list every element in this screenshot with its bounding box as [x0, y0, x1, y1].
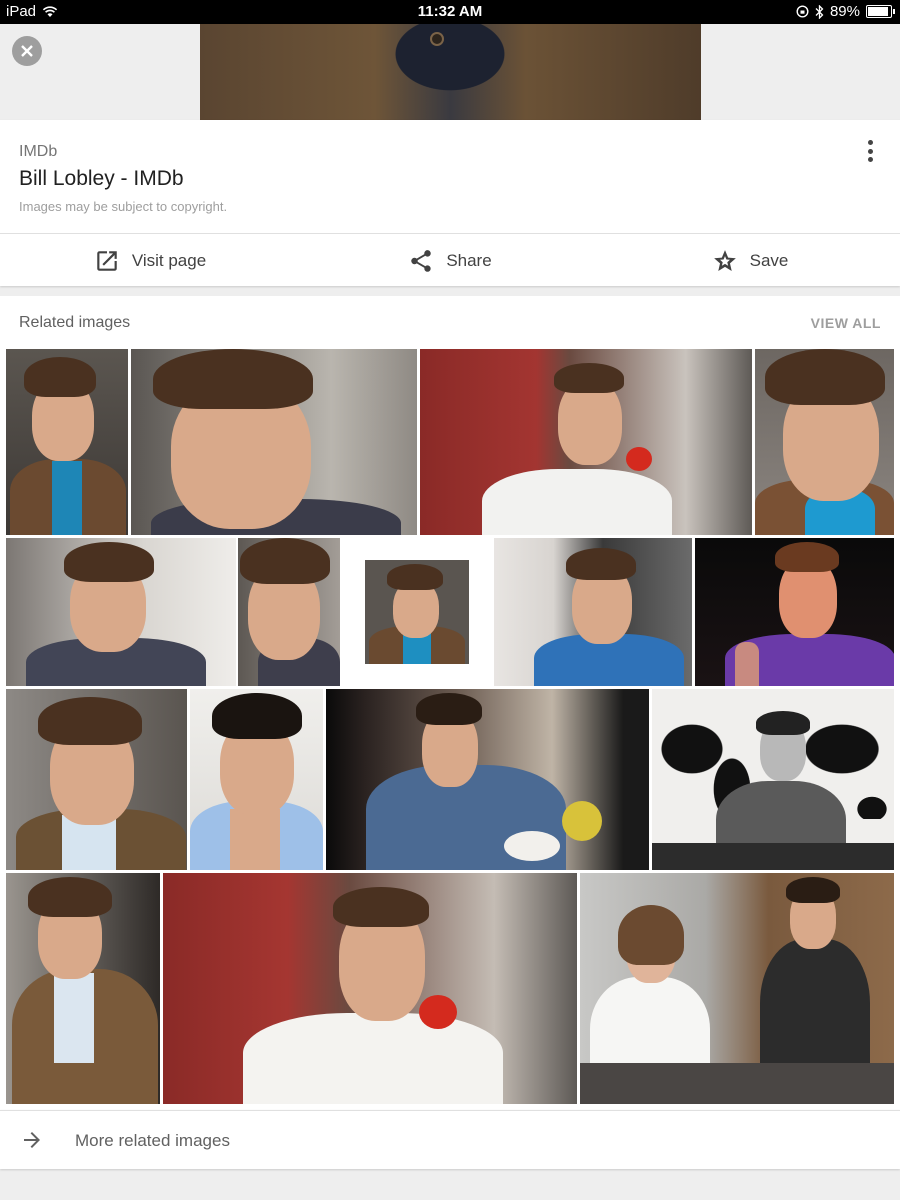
result-source: IMDb — [19, 143, 58, 160]
device-label: iPad — [6, 3, 37, 20]
jacket-button — [432, 34, 442, 44]
related-image[interactable] — [580, 873, 894, 1104]
related-image[interactable] — [343, 538, 491, 686]
related-image[interactable] — [494, 538, 692, 686]
save-button[interactable]: Save — [600, 234, 900, 287]
related-image[interactable] — [652, 689, 894, 870]
share-button[interactable]: Share — [300, 234, 600, 287]
related-image[interactable] — [755, 349, 894, 535]
share-label: Share — [446, 250, 492, 270]
related-image[interactable] — [326, 689, 649, 870]
hero-area — [0, 24, 900, 120]
visit-page-button[interactable]: Visit page — [0, 234, 300, 287]
close-icon — [21, 45, 33, 57]
star-icon — [713, 249, 736, 271]
result-info-card: IMDb Bill Lobley - IMDb Images may be su… — [0, 120, 900, 286]
more-related-images-button[interactable]: More related images — [0, 1110, 900, 1169]
view-all-link[interactable]: VIEW ALL — [811, 315, 881, 331]
more-options-button[interactable] — [860, 138, 880, 164]
result-title[interactable]: Bill Lobley - IMDb — [19, 167, 184, 191]
battery-percent: 89% — [829, 3, 860, 20]
related-image[interactable] — [420, 349, 752, 535]
action-bar: Visit page Share Save — [0, 233, 900, 287]
close-button[interactable] — [12, 36, 42, 66]
share-icon — [411, 249, 432, 272]
copyright-notice: Images may be subject to copyright. — [19, 199, 228, 214]
related-images-heading: Related images — [19, 314, 131, 331]
status-bar: iPad 11:32 AM 89% — [0, 0, 900, 24]
related-image[interactable] — [238, 538, 340, 686]
clock: 11:32 AM — [417, 3, 483, 20]
related-image[interactable] — [190, 689, 323, 870]
more-vert-icon — [867, 140, 873, 145]
related-image[interactable] — [6, 538, 236, 686]
save-label: Save — [749, 250, 789, 270]
related-image[interactable] — [695, 538, 894, 686]
related-image[interactable] — [6, 873, 160, 1104]
selected-image[interactable] — [200, 24, 701, 120]
open-in-new-icon — [97, 250, 117, 271]
more-related-images-label: More related images — [75, 1131, 230, 1150]
wifi-icon — [42, 5, 58, 17]
bluetooth-icon — [815, 4, 824, 19]
related-image[interactable] — [6, 689, 187, 870]
related-image[interactable] — [131, 349, 417, 535]
battery-icon — [866, 5, 895, 18]
related-image[interactable] — [6, 349, 128, 535]
rotation-lock-icon — [796, 5, 809, 18]
related-image[interactable] — [163, 873, 577, 1104]
visit-page-label: Visit page — [131, 250, 207, 270]
related-images-section: Related images VIEW ALL — [0, 296, 900, 1168]
arrow-right-icon — [24, 1132, 40, 1148]
